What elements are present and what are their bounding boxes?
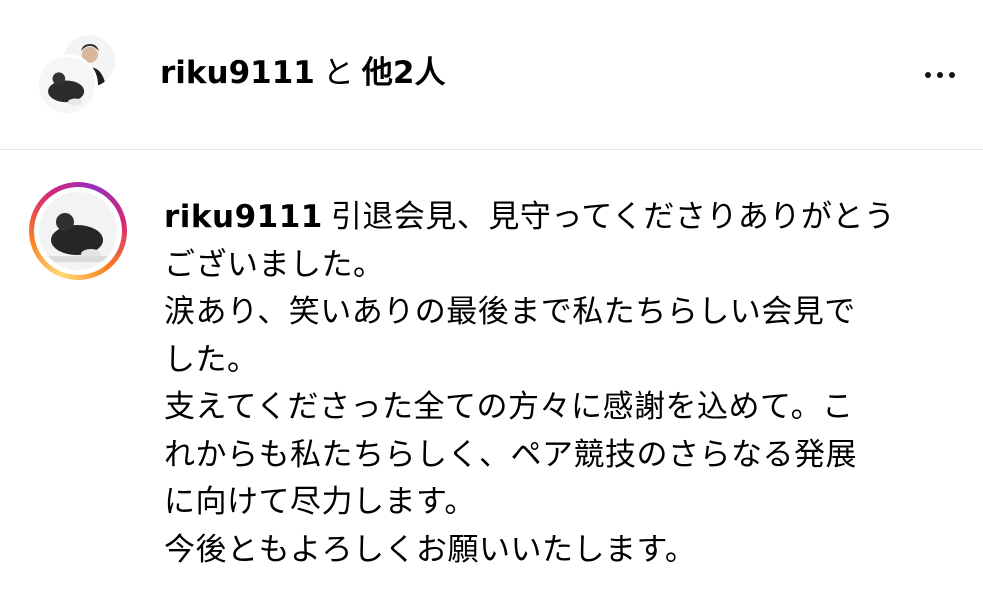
header-connector: と [322, 55, 354, 91]
story-ring[interactable] [29, 182, 127, 280]
collab-avatars[interactable] [36, 30, 126, 120]
caption-avatar[interactable] [39, 192, 117, 270]
caption-line: 支えてくださった全ての方々に感謝を込めて。こ [164, 389, 854, 425]
header-others-link[interactable]: 他2人 [362, 55, 446, 91]
more-dot [949, 72, 955, 78]
caption-line: した。 [164, 341, 259, 378]
caption-line: 今後ともよろしくお願いいたします。 [164, 531, 697, 568]
post-header: riku9111 と他2人 [0, 0, 983, 150]
caption-username[interactable]: riku9111 [164, 199, 323, 235]
caption-line: riku9111 引退会見、見守ってくださりありがとう [164, 194, 954, 242]
more-horizontal-icon [925, 72, 931, 78]
person-photo-icon [39, 192, 117, 270]
caption-line: れからも私たちらしく、ペア競技のさらなる発展 [164, 436, 857, 473]
header-title: riku9111 と他2人 [160, 50, 445, 96]
caption-line: に向けて尽力します。 [164, 484, 476, 520]
more-dot [937, 72, 943, 78]
more-options-button[interactable] [915, 58, 965, 92]
post-caption-block: riku9111 引退会見、見守ってくださりありがとう ございました。 涙あり、笑… [0, 150, 983, 590]
caption-line: 涙あり、笑いありの最後まで私たちらしい会見で [164, 294, 856, 330]
story-ring-gap [34, 187, 122, 275]
avatar-user[interactable] [36, 54, 98, 116]
person-photo-icon [39, 57, 95, 113]
caption-text: riku9111 引退会見、見守ってくださりありがとう ございました。 涙あり、笑… [164, 194, 954, 574]
caption-line-text: 引退会見、見守ってくださりありがとう [330, 199, 896, 235]
caption-line: ございました。 [164, 246, 385, 283]
header-username[interactable]: riku9111 [160, 55, 315, 91]
